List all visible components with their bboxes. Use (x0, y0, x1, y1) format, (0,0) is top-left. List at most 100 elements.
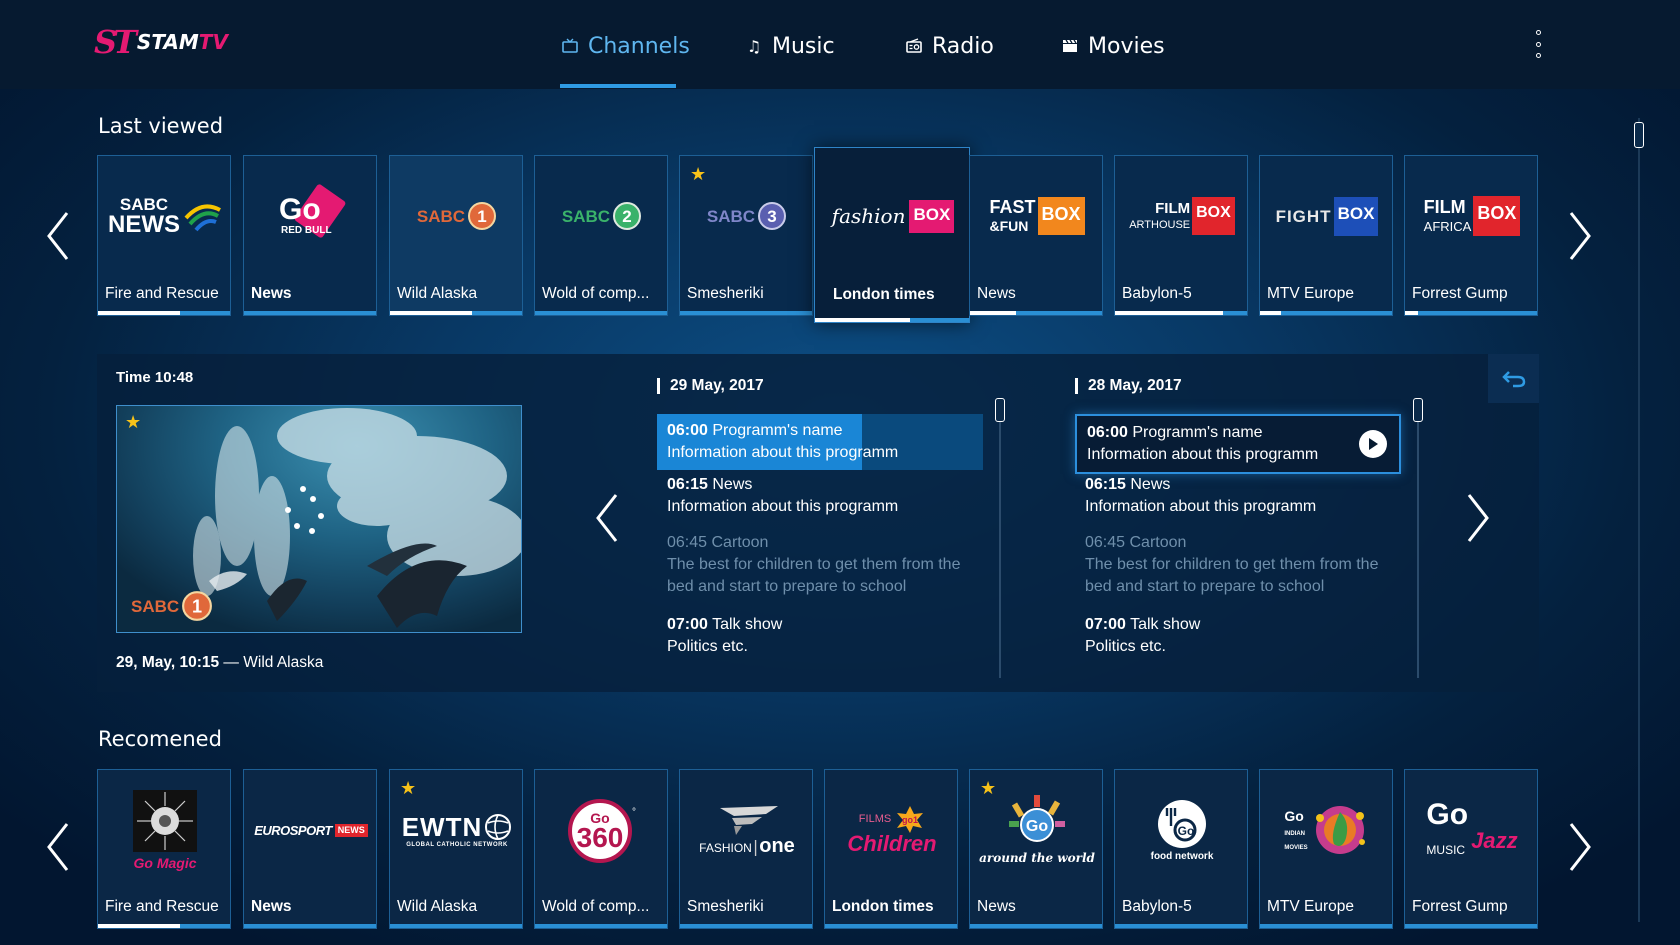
schedule-date: 28 May, 2017 (1075, 378, 1182, 394)
radio-icon (904, 36, 924, 56)
channel-tile[interactable]: FILMS go1 Children London times (824, 769, 958, 929)
tile-progress (1260, 924, 1392, 928)
nav-music[interactable]: ♫ Music (744, 28, 835, 64)
schedule-item-current[interactable]: 06:00 Programm's name Information about t… (657, 414, 983, 470)
tile-caption: News (977, 898, 1016, 915)
schedule-item-selected[interactable]: 06:00 Programm's name Information about t… (1075, 414, 1401, 474)
channel-tile[interactable]: EUROSPORT NEWS News (243, 769, 377, 929)
channel-tile-selected[interactable]: fashion BOX London times (814, 147, 970, 323)
channel-tile[interactable]: Go RED BULL News (243, 155, 377, 316)
channel-tile[interactable]: FILM ARTHOUSE BOX Babylon-5 (1114, 155, 1248, 316)
live-preview[interactable]: ★ SABC 1 (116, 405, 522, 633)
channel-tile[interactable]: FILM AFRICA BOX Forrest Gump (1404, 155, 1538, 316)
svg-text:3: 3 (767, 207, 776, 226)
recommended-row: Go Magic Fire and Rescue EUROSPORT NEWS … (97, 769, 1539, 929)
tile-caption: London times (833, 286, 935, 303)
channel-logo-fashion-one: FASHION | one (680, 770, 812, 890)
schedule-day-1: 29 May, 2017 06:00 Programm's name Inform… (657, 354, 1037, 692)
tile-caption: Forrest Gump (1412, 898, 1508, 915)
nav-radio[interactable]: Radio (904, 28, 994, 64)
channel-tile[interactable]: SABC NEWS Fire and Rescue (97, 155, 231, 316)
channel-logo-sabc2: SABC 2 (535, 156, 667, 276)
svg-text:1: 1 (477, 207, 486, 226)
channel-logo-eurosport-news: EUROSPORT NEWS (244, 770, 376, 890)
preview-caption: 29, May, 10:15 — Wild Alaska (116, 654, 324, 671)
chevron-left-icon (47, 823, 69, 871)
recommended-title: Recomened (98, 727, 222, 751)
channel-tile[interactable]: FASHION | one Smesheriki (679, 769, 813, 929)
tile-caption: London times (832, 898, 934, 915)
channel-logo-sabc3: SABC 3 (680, 156, 812, 276)
recommended-prev-arrow[interactable] (38, 817, 78, 877)
tile-progress (390, 311, 522, 315)
channel-logo-sabc1: SABC 1 (390, 156, 522, 276)
nav-active-indicator (560, 84, 676, 88)
schedule-item[interactable]: 06:15 News Information about this program… (657, 468, 983, 524)
channel-logo-go-360: Go 360 ° (535, 770, 667, 890)
tile-caption: News (251, 898, 292, 915)
last-viewed-row: SABC NEWS Fire and Rescue Go RED BULL New… (97, 147, 1539, 335)
channel-tile[interactable]: ★ Go around the world News (969, 769, 1103, 929)
return-button[interactable] (1488, 354, 1539, 403)
tile-progress (390, 924, 522, 928)
channel-tile[interactable]: ★ EWTN GLOBAL CATHOLIC NETWORK Wild Alas… (389, 769, 523, 929)
schedule-scrollbar[interactable] (995, 398, 1005, 678)
play-icon[interactable] (1359, 430, 1387, 458)
channel-logo-go-food-network: Go food network (1115, 770, 1247, 890)
schedule-item-past[interactable]: 06:45 Cartoon The best for children to ge… (657, 526, 983, 604)
recommended-next-arrow[interactable] (1560, 817, 1600, 877)
tile-progress (970, 311, 1102, 315)
tile-caption: News (977, 285, 1016, 302)
tile-progress (1260, 311, 1392, 315)
schedule-item-past[interactable]: 06:45 Cartoon The best for children to ge… (1075, 526, 1401, 604)
channel-logo-go-around-the-world: Go around the world (970, 770, 1102, 890)
channel-logo-go-redbull: Go RED BULL (244, 156, 376, 276)
schedule-scrollbar[interactable] (1413, 398, 1423, 678)
tile-progress (1115, 924, 1247, 928)
tile-progress (680, 311, 812, 315)
tile-progress (98, 311, 230, 315)
svg-text:Go: Go (1026, 818, 1048, 835)
tile-caption: Fire and Rescue (105, 285, 219, 302)
channel-tile[interactable]: Go Magic Fire and Rescue (97, 769, 231, 929)
channel-tile[interactable]: SABC 2 Wold of comp... (534, 155, 668, 316)
nav-movies[interactable]: Movies (1060, 28, 1165, 64)
nav-channels[interactable]: Channels (560, 28, 690, 64)
schedule-next-arrow[interactable] (1458, 488, 1498, 548)
last-viewed-next-arrow[interactable] (1560, 206, 1600, 266)
channel-tile[interactable]: Go INDIAN MOVIES MTV Europe (1259, 769, 1393, 929)
channel-tile[interactable]: SABC 1 Wild Alaska (389, 155, 523, 316)
channel-tile[interactable]: Go 360 ° Wold of comp... (534, 769, 668, 929)
schedule-item[interactable]: 07:00 Talk show Politics etc. (657, 608, 983, 664)
svg-text:RED BULL: RED BULL (281, 225, 332, 236)
chevron-right-icon (1467, 494, 1489, 542)
channel-tile[interactable]: FAST &FUN BOX News (969, 155, 1103, 316)
schedule-prev-arrow[interactable] (587, 488, 627, 548)
page-scrollbar[interactable] (1634, 118, 1644, 922)
tile-caption: Wold of comp... (542, 285, 650, 302)
svg-text:go1: go1 (902, 815, 918, 825)
channel-logo-ewtn: EWTN GLOBAL CATHOLIC NETWORK (390, 770, 522, 890)
schedule-item[interactable]: 06:15 News Information about this program… (1075, 468, 1401, 524)
channel-logo-films-children: FILMS go1 Children (825, 770, 957, 890)
tile-progress (680, 924, 812, 928)
tile-caption: MTV Europe (1267, 285, 1355, 302)
channel-tile[interactable]: FIGHT BOX MTV Europe (1259, 155, 1393, 316)
schedule-date: 29 May, 2017 (657, 378, 764, 394)
more-options-icon[interactable] (1530, 26, 1546, 62)
channel-tile[interactable]: Go food network Babylon-5 (1114, 769, 1248, 929)
schedule-item[interactable]: 07:00 Talk show Politics etc. (1075, 608, 1401, 664)
tile-progress (825, 924, 957, 928)
channel-tile[interactable]: Go MUSIC Jazz Forrest Gump (1404, 769, 1538, 929)
tile-progress (815, 318, 969, 322)
clapperboard-icon (1060, 36, 1080, 56)
tile-caption: Fire and Rescue (105, 898, 219, 915)
tile-caption: Smesheriki (687, 285, 764, 302)
channel-tile[interactable]: ★ SABC 3 Smesheriki (679, 155, 813, 316)
last-viewed-prev-arrow[interactable] (38, 206, 78, 266)
channel-logo-fastfun-box: FAST &FUN BOX (970, 156, 1102, 276)
favorite-star-icon: ★ (125, 412, 142, 433)
tile-caption: Babylon-5 (1122, 285, 1192, 302)
tile-progress (1405, 311, 1537, 315)
channel-logo-filmbox-africa: FILM AFRICA BOX (1405, 156, 1537, 276)
